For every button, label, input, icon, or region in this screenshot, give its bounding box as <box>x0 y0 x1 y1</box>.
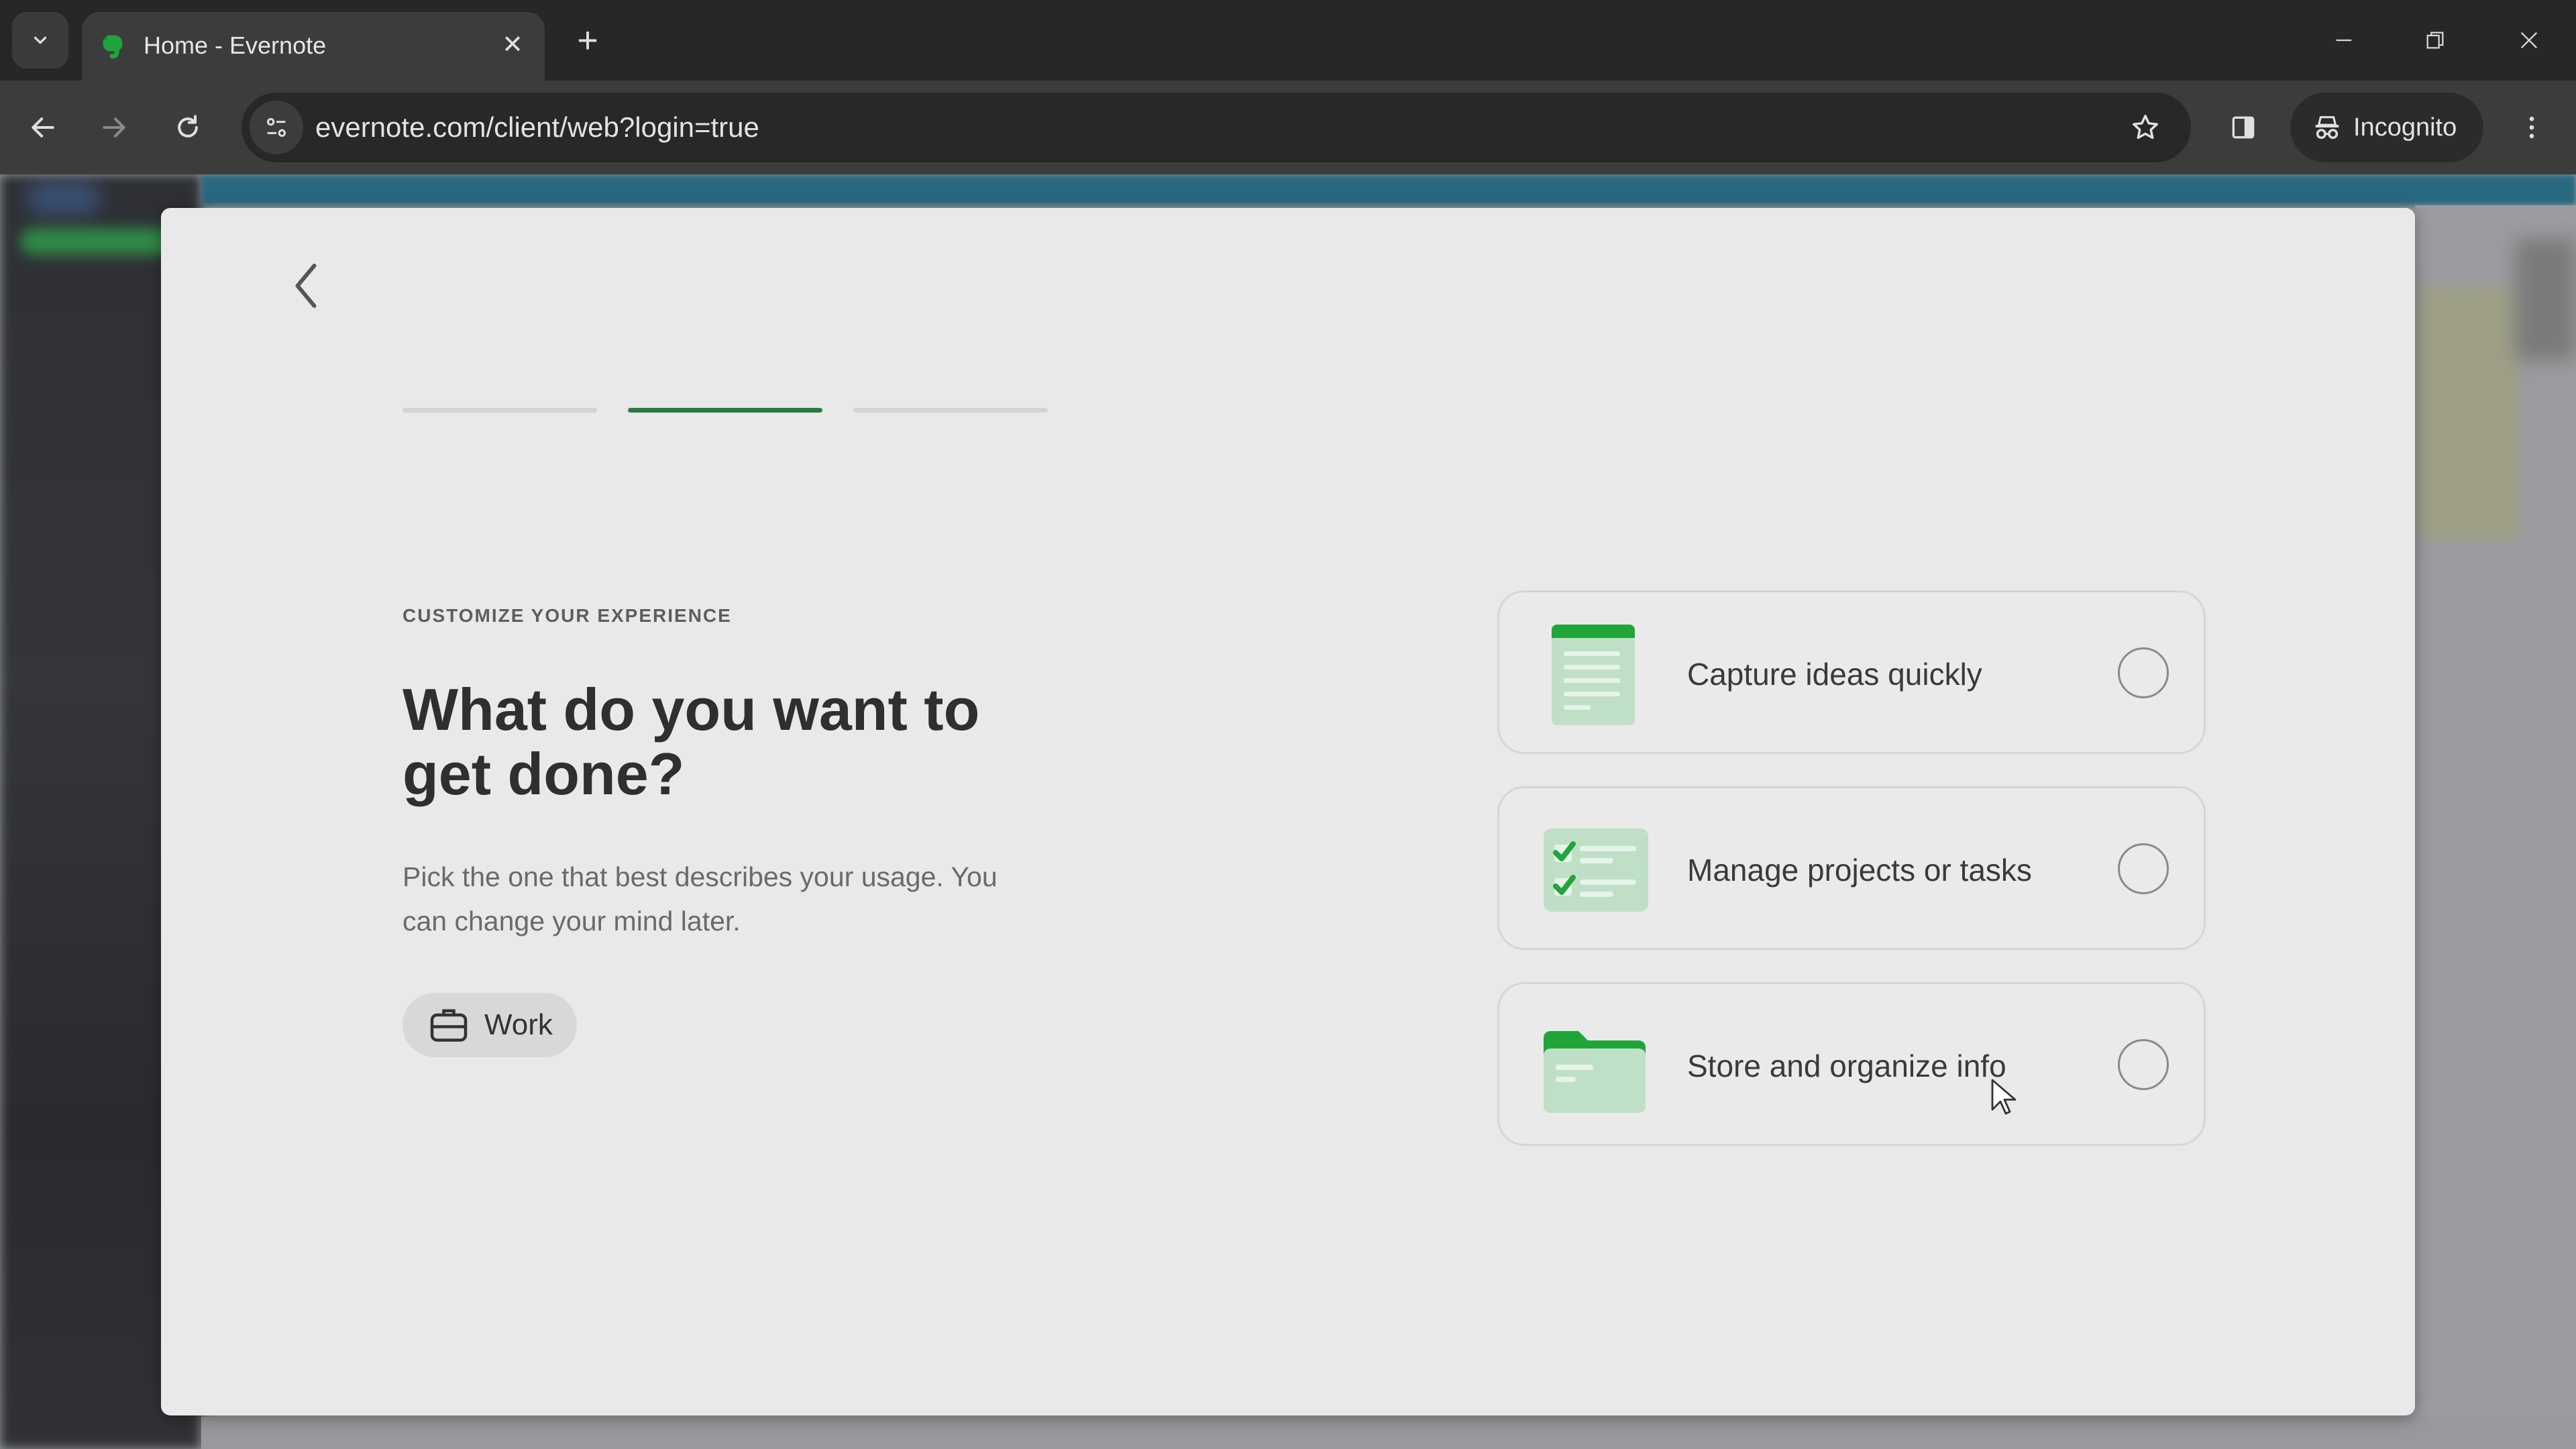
browser-tab[interactable]: Home - Evernote ✕ <box>82 12 545 80</box>
blurred-footer <box>201 1417 2576 1449</box>
browser-toolbar: evernote.com/client/web?login=true Incog… <box>0 80 2576 174</box>
progress-step-1 <box>402 408 597 413</box>
close-tab-button[interactable]: ✕ <box>492 24 533 64</box>
back-step-button[interactable] <box>279 259 333 313</box>
option-label: Manage projects or tasks <box>1687 853 2032 888</box>
blurred-avatar <box>27 181 101 215</box>
reload-button[interactable] <box>162 102 213 153</box>
section-eyebrow: CUSTOMIZE YOUR EXPERIENCE <box>402 605 732 626</box>
incognito-icon <box>2315 116 2339 140</box>
option-label: Store and organize info <box>1687 1049 2006 1083</box>
blurred-content <box>2415 205 2576 1449</box>
close-icon <box>2520 32 2538 49</box>
note-icon <box>1552 625 1635 725</box>
chevron-left-icon <box>295 264 317 308</box>
minimize-button[interactable] <box>2310 12 2377 68</box>
restore-button[interactable] <box>2402 12 2469 68</box>
address-bar[interactable]: evernote.com/client/web?login=true <box>241 93 2191 162</box>
browser-menu-button[interactable] <box>2506 102 2557 153</box>
goal-options: Capture ideas quickly Manage projects or… <box>1497 590 2206 1178</box>
restore-icon <box>2426 32 2444 49</box>
blurred-header <box>201 174 2576 205</box>
blurred-widget <box>2419 286 2520 541</box>
option-label: Capture ideas quickly <box>1687 657 1982 692</box>
page-title: What do you want to get done? <box>402 676 980 807</box>
minimize-icon <box>2336 39 2352 42</box>
tab-list-button[interactable] <box>12 12 68 68</box>
progress-step-2 <box>628 408 822 413</box>
evernote-elephant-icon <box>103 35 123 59</box>
folder-icon <box>1544 1031 1646 1113</box>
new-tab-button[interactable]: + <box>565 17 610 63</box>
site-info-button[interactable] <box>250 101 303 154</box>
onboarding-modal: CUSTOMIZE YOUR EXPERIENCE What do you wa… <box>161 208 2415 1415</box>
plus-icon: + <box>577 20 598 60</box>
option-manage-projects[interactable]: Manage projects or tasks <box>1497 786 2206 950</box>
tune-icon <box>267 118 286 137</box>
chevron-down-icon <box>34 36 47 44</box>
forward-button[interactable] <box>89 102 140 153</box>
reload-icon <box>178 115 198 138</box>
browser-tab-bar: Home - Evernote ✕ + <box>0 0 2576 80</box>
side-panel-button[interactable] <box>2218 102 2269 153</box>
radio-button[interactable] <box>2118 1039 2169 1090</box>
incognito-indicator[interactable]: Incognito <box>2290 93 2483 162</box>
kebab-menu-icon <box>2529 116 2534 139</box>
arrow-right-icon <box>103 117 125 138</box>
close-icon: ✕ <box>502 30 523 59</box>
page-description: Pick the one that best describes your us… <box>402 861 998 936</box>
radio-button[interactable] <box>2118 843 2169 894</box>
selected-role-chip[interactable]: Work <box>402 993 577 1057</box>
progress-step-3 <box>853 408 1048 413</box>
bookmark-button[interactable] <box>2124 106 2167 149</box>
star-icon <box>2133 115 2158 140</box>
back-button[interactable] <box>17 102 68 153</box>
option-store-organize[interactable]: Store and organize info <box>1497 982 2206 1146</box>
checklist-icon <box>1544 828 1648 912</box>
chip-label: Work <box>484 1008 553 1041</box>
tab-title: Home - Evernote <box>144 32 327 59</box>
radio-button[interactable] <box>2118 647 2169 698</box>
close-window-button[interactable] <box>2496 12 2563 68</box>
side-panel-icon <box>2232 116 2255 139</box>
briefcase-icon <box>430 1009 468 1042</box>
option-capture-ideas[interactable]: Capture ideas quickly <box>1497 590 2206 754</box>
step-progress <box>402 408 1048 413</box>
incognito-label: Incognito <box>2353 113 2457 142</box>
blurred-widget <box>2516 239 2576 360</box>
url-text[interactable]: evernote.com/client/web?login=true <box>315 109 759 146</box>
arrow-left-icon <box>32 117 54 138</box>
